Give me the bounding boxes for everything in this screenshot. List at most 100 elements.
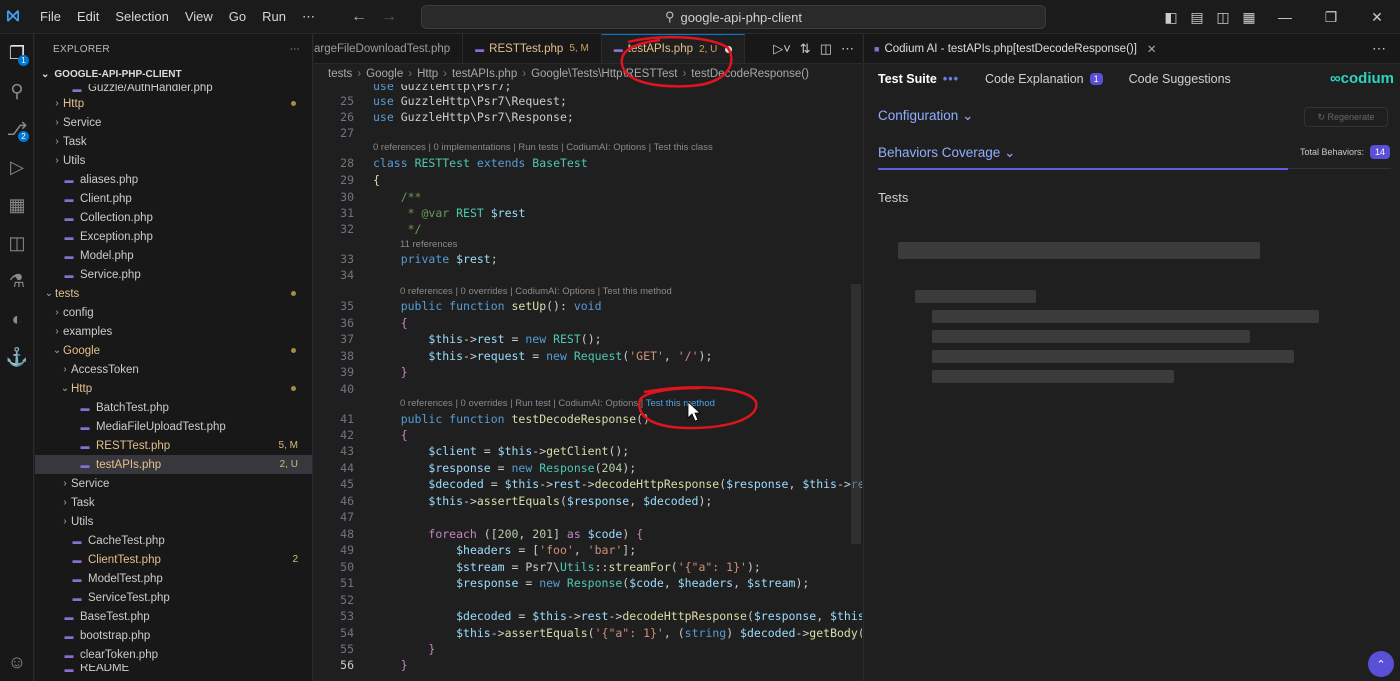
code-line[interactable]: } [373, 658, 408, 672]
tab-code-suggestions[interactable]: Code Suggestions [1129, 72, 1231, 86]
file-item[interactable]: ▬ clearToken.php [35, 645, 312, 664]
menu-item[interactable]: Go [221, 9, 254, 25]
code-line[interactable]: $decoded = $this->rest->decodeHttpRespon… [373, 477, 862, 491]
codelens-refs11[interactable]: 11 references [400, 239, 457, 250]
code-line[interactable]: private $rest; [373, 252, 498, 266]
code-line[interactable]: { [373, 173, 380, 187]
editor-tab[interactable]: ▬ RESTTest.php 5, M [463, 34, 602, 63]
file-item[interactable]: ▬ Exception.php [35, 227, 312, 246]
test-this-method-link[interactable]: Test this method [646, 398, 715, 409]
restore-icon[interactable]: ❐ [1308, 9, 1354, 26]
code-line[interactable]: $decoded = $this->rest->decodeHttpRespon… [373, 609, 862, 623]
breadcrumb-item[interactable]: testAPIs.php [452, 68, 517, 80]
code-line[interactable]: $this->assertEquals($response, $decoded)… [373, 494, 712, 508]
code-line[interactable]: public function testDecodeResponse() [373, 412, 650, 426]
folder-item[interactable]: ⌄ Http [35, 379, 312, 398]
explorer-icon[interactable]: ❐ 1 [0, 34, 34, 72]
file-item[interactable]: ▬ ClientTest.php 2 [35, 550, 312, 569]
code-line[interactable]: * @var REST $rest [373, 206, 526, 220]
code-line[interactable]: class RESTTest extends BaseTest [373, 156, 588, 170]
menu-item[interactable]: Run [254, 9, 294, 25]
file-item[interactable]: ▬ bootstrap.php [35, 626, 312, 645]
menu-item[interactable]: Edit [69, 9, 107, 25]
file-item[interactable]: ▬ ModelTest.php [35, 569, 312, 588]
code-line[interactable]: $headers = ['foo', 'bar']; [373, 543, 636, 557]
menu-item[interactable]: File [32, 9, 69, 25]
back-arrow-icon[interactable]: ← [351, 8, 367, 26]
code-line[interactable]: $response = new Response(204); [373, 461, 636, 475]
file-item[interactable]: ▬ Client.php [35, 189, 312, 208]
run-debug-icon[interactable]: ▷ [0, 148, 34, 186]
code-line[interactable]: use GuzzleHttp\Psr7\Response; [373, 110, 574, 124]
code-line[interactable]: foreach ([200, 201] as $code) { [373, 527, 643, 541]
menu-item[interactable]: ⋯ [294, 9, 323, 25]
codelens-actions[interactable]: 0 references | 0 overrides | Run test | … [400, 398, 646, 409]
file-item[interactable]: ▬ Collection.php [35, 208, 312, 227]
file-item[interactable]: ▬ Service.php [35, 265, 312, 284]
extensions-icon[interactable]: ▦ [0, 186, 34, 224]
toggle-sidebar-icon[interactable]: ◧ [1158, 9, 1184, 26]
unsaved-dot-icon[interactable] [725, 45, 733, 53]
close-icon[interactable]: ✕ [1147, 42, 1157, 56]
breadcrumb-item[interactable]: Http [417, 68, 438, 80]
behaviors-coverage-dropdown[interactable]: Behaviors Coverage ⌄ [878, 145, 1015, 161]
code-line[interactable]: { [373, 428, 408, 442]
breadcrumb-item[interactable]: Google\Tests\Http\RESTTest [531, 68, 677, 80]
code-line[interactable]: $this->assertEquals('{"a": 1}', (string)… [373, 626, 862, 640]
file-item[interactable]: ▬ README [35, 664, 312, 674]
remote-explorer-icon[interactable]: ◫ [0, 224, 34, 262]
editor-tab[interactable]: argeFileDownloadTest.php [314, 34, 464, 63]
minimize-icon[interactable]: — [1262, 9, 1308, 25]
account-icon[interactable]: ☺ [0, 643, 34, 681]
forward-arrow-icon[interactable]: → [381, 8, 397, 26]
compare-icon[interactable]: ⇅ [800, 41, 811, 57]
docker-icon[interactable]: ⚓ [0, 338, 34, 376]
folder-item[interactable]: › AccessToken [35, 360, 312, 379]
project-root[interactable]: ⌄ GOOGLE-API-PHP-CLIENT [35, 64, 312, 84]
code-line[interactable]: } [373, 365, 408, 379]
folder-item[interactable]: › Service [35, 113, 312, 132]
folder-item[interactable]: › config [35, 303, 312, 322]
file-item[interactable]: ▬ Guzzle/AuthHandler.php [35, 84, 312, 94]
run-icon[interactable]: ▷˅ [773, 41, 791, 57]
code-line[interactable]: */ [373, 222, 422, 236]
code-line[interactable]: $stream = Psr7\Utils::streamFor('{"a": 1… [373, 560, 761, 574]
scroll-up-button[interactable]: ⌃ [1368, 651, 1394, 677]
file-item[interactable]: ▬ MediaFileUploadTest.php [35, 417, 312, 436]
file-item[interactable]: ▬ ServiceTest.php [35, 588, 312, 607]
editor-scrollbar[interactable] [851, 284, 861, 544]
codium-panel-tab[interactable]: ■ Codium AI - testAPIs.php[testDecodeRes… [864, 34, 1400, 64]
folder-item[interactable]: › Utils [35, 512, 312, 531]
regenerate-button[interactable]: ↻ Regenerate [1304, 107, 1388, 127]
code-line[interactable]: use GuzzleHttp\Psr7; [373, 84, 511, 93]
file-item[interactable]: ▬ BatchTest.php [35, 398, 312, 417]
codium-icon[interactable]: ◐ [0, 300, 34, 338]
codelens-setup[interactable]: 0 references | 0 overrides | CodiumAI: O… [400, 286, 672, 297]
codelens-class[interactable]: 0 references | 0 implementations | Run t… [373, 142, 713, 153]
menu-item[interactable]: Selection [107, 9, 176, 25]
code-line[interactable]: $this->request = new Request('GET', '/')… [373, 349, 712, 363]
codelens-decode[interactable]: 0 references | 0 overrides | Run test | … [400, 398, 715, 409]
search-icon[interactable]: ⚲ [0, 72, 34, 110]
folder-item[interactable]: › Utils [35, 151, 312, 170]
source-control-icon[interactable]: ⎇ 2 [0, 110, 34, 148]
code-line[interactable]: $this->rest = new REST(); [373, 332, 601, 346]
tab-test-suite[interactable]: Test Suite ••• [878, 72, 959, 86]
folder-item[interactable]: ⌄ tests [35, 284, 312, 303]
code-editor[interactable]: use GuzzleHttp\Psr7; 25 use GuzzleHttp\Psr… [314, 84, 862, 681]
file-item[interactable]: ▬ testAPIs.php 2, U [35, 455, 312, 474]
configuration-dropdown[interactable]: Configuration ⌄ [878, 108, 973, 124]
file-item[interactable]: ▬ RESTTest.php 5, M [35, 436, 312, 455]
code-line[interactable]: use GuzzleHttp\Psr7\Request; [373, 94, 567, 108]
file-item[interactable]: ▬ aliases.php [35, 170, 312, 189]
code-line[interactable]: { [373, 316, 408, 330]
folder-item[interactable]: ⌄ Google [35, 341, 312, 360]
testing-flask-icon[interactable]: ⚗ [0, 262, 34, 300]
folder-item[interactable]: › examples [35, 322, 312, 341]
more-actions-icon[interactable]: ⋯ [290, 44, 300, 55]
toggle-secondary-sidebar-icon[interactable]: ◫ [1210, 9, 1236, 26]
breadcrumb-item[interactable]: tests [328, 68, 352, 80]
folder-item[interactable]: › Task [35, 132, 312, 151]
folder-item[interactable]: › Service [35, 474, 312, 493]
file-item[interactable]: ▬ BaseTest.php [35, 607, 312, 626]
